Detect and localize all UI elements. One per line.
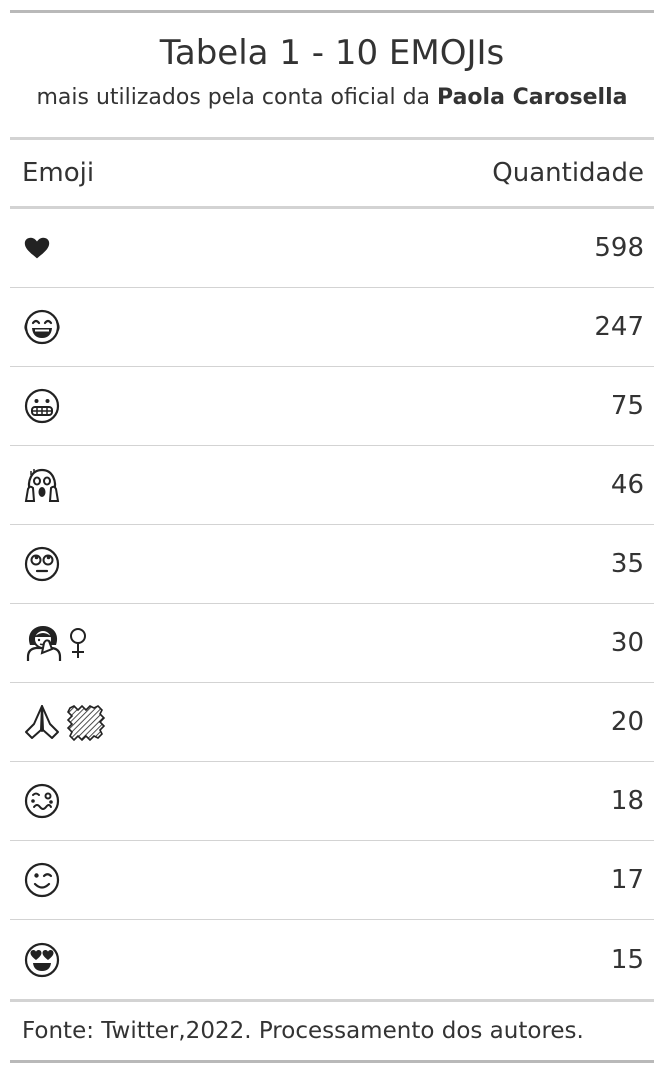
table-row: 18	[10, 762, 654, 841]
column-header-emoji: Emoji	[22, 158, 95, 188]
emoji-cell	[22, 307, 62, 347]
heart-icon	[24, 237, 50, 259]
table-source-note: Fonte: Twitter,2022. Processamento dos a…	[22, 1018, 584, 1044]
count-value: 17	[610, 865, 644, 895]
top-rule	[10, 10, 654, 13]
emoji-cell	[22, 544, 62, 584]
grimacing-face-icon	[24, 388, 60, 424]
emoji-cell	[22, 386, 62, 426]
table-row: 247	[10, 288, 654, 367]
subtitle-account-name: Paola Carosella	[437, 85, 628, 110]
woman-facepalming-icon	[26, 626, 86, 661]
table-row: 17	[10, 841, 654, 920]
emoji-cell	[22, 860, 62, 900]
count-value: 247	[594, 312, 644, 342]
table-row: 35	[10, 525, 654, 604]
column-header-row: Emoji Quantidade	[10, 140, 654, 206]
table-row: 75	[10, 367, 654, 446]
face-screaming-in-fear-icon	[24, 468, 60, 502]
emoji-cell	[22, 781, 62, 821]
count-value: 35	[610, 549, 644, 579]
table-subtitle: mais utilizados pela conta oficial da Pa…	[10, 81, 654, 115]
emoji-table: Tabela 1 - 10 EMOJIs mais utilizados pel…	[10, 10, 654, 1063]
count-value: 30	[610, 628, 644, 658]
count-value: 46	[610, 470, 644, 500]
count-value: 18	[610, 786, 644, 816]
count-value: 15	[610, 944, 644, 975]
bottom-rule	[10, 1060, 654, 1063]
face-rolling-eyes-icon	[24, 546, 60, 582]
table-row: 598	[10, 209, 654, 288]
emoji-cell	[22, 233, 52, 263]
emoji-cell	[22, 465, 62, 505]
table-row: 30	[10, 604, 654, 683]
emoji-cell	[22, 702, 106, 742]
table-title: Tabela 1 - 10 EMOJIs	[159, 33, 505, 73]
woozy-face-icon	[24, 783, 60, 819]
smiling-face-heart-eyes-icon	[24, 942, 60, 977]
count-value: 598	[594, 233, 644, 263]
table-row: 15	[10, 920, 654, 999]
emoji-cell	[22, 623, 94, 663]
table-row: 46	[10, 446, 654, 525]
count-value: 75	[610, 391, 644, 421]
emoji-cell	[22, 940, 62, 980]
table-row: 20	[10, 683, 654, 762]
face-tears-of-joy-icon	[24, 309, 60, 345]
folded-hands-skin-tone-icon	[25, 704, 106, 742]
subtitle-text: mais utilizados pela conta oficial da	[36, 85, 438, 110]
table-body: 598 247 75 46 35 30 20 18 17 15	[10, 209, 654, 999]
count-value: 20	[610, 707, 644, 737]
column-header-quantidade: Quantidade	[492, 158, 644, 188]
winking-face-icon	[24, 862, 60, 898]
